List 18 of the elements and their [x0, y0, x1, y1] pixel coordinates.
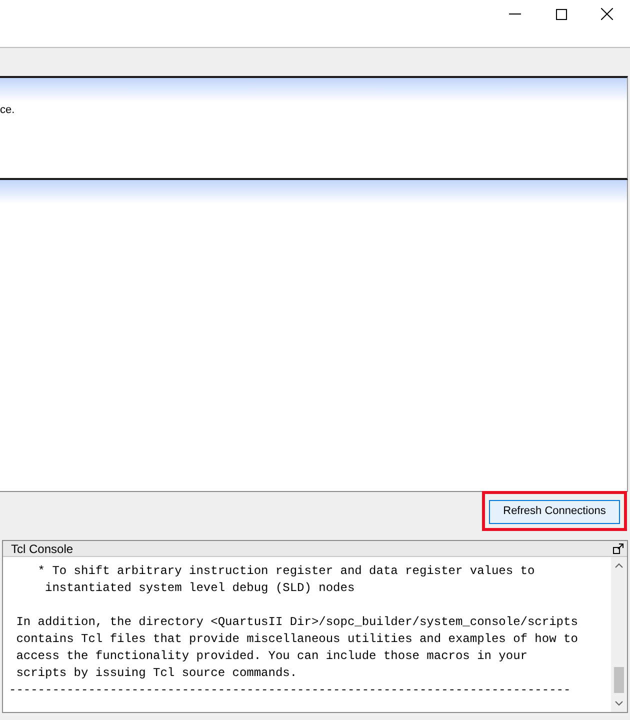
refresh-connections-button[interactable]: Refresh Connections	[489, 500, 620, 524]
minimize-icon[interactable]	[509, 13, 521, 15]
maximize-icon[interactable]	[556, 8, 566, 20]
console-line: * To shift arbitrary instruction register and data register values to	[36, 564, 535, 578]
console-line: instantiated system level debug (SLD) nodes	[44, 581, 355, 595]
console-line: scripts by issuing Tcl source commands.	[15, 666, 298, 680]
console-line: contains Tcl files that provide miscellaneous utilities and examples of how to	[15, 632, 578, 646]
close-icon[interactable]	[601, 8, 613, 20]
console-line: access the functionality provided. You can include those macros in your	[15, 649, 528, 663]
console-line: In addition, the directory <QuartusII Dir>/sopc_builder/system_console/scripts	[15, 615, 578, 629]
console-line: ------------------------------------------------------------------------------	[9, 683, 571, 697]
scroll-down-icon[interactable]	[615, 701, 623, 706]
info-text: ce.	[0, 104, 15, 116]
console-title: Tcl Console	[11, 542, 74, 556]
scrollbar-thumb[interactable]	[614, 667, 624, 693]
float-icon[interactable]	[613, 543, 624, 554]
scrollbar[interactable]	[611, 557, 627, 712]
scroll-up-icon[interactable]	[615, 563, 623, 568]
